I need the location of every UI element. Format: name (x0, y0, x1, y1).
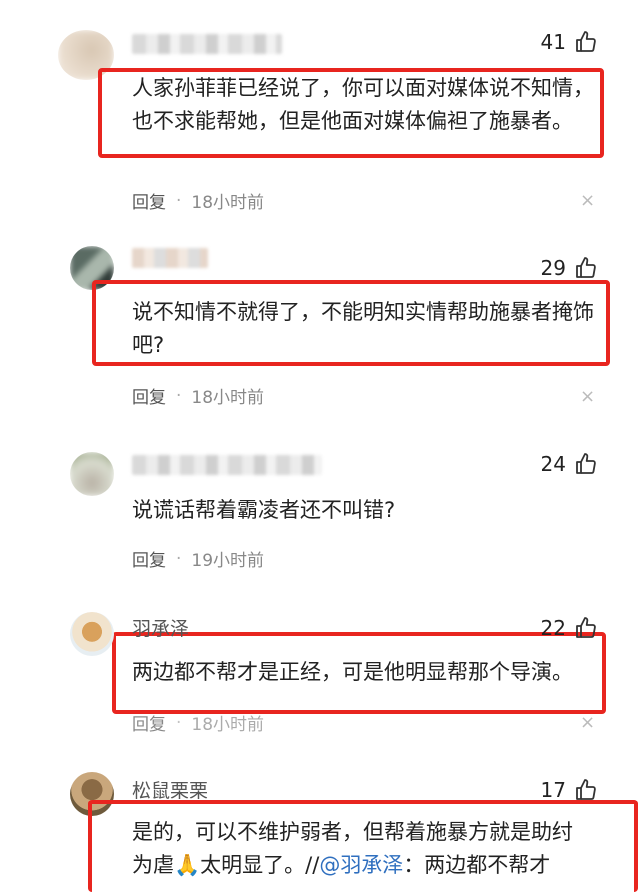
like-group[interactable]: 41 (541, 30, 598, 54)
like-count: 29 (540, 256, 566, 280)
comment-text: 说谎话帮着霸凌者还不叫错? (132, 498, 396, 522)
reply-button[interactable]: 回复 (132, 383, 166, 408)
timestamp: 18小时前 (191, 388, 265, 408)
close-icon[interactable]: × (580, 388, 595, 406)
highlight-box (92, 280, 610, 366)
like-group[interactable]: 17 (541, 778, 598, 802)
username[interactable]: 羽承泽 (132, 614, 189, 641)
thumbs-up-icon[interactable] (574, 778, 598, 802)
separator: · (176, 385, 182, 406)
thumbs-up-icon[interactable] (574, 30, 598, 54)
comment-meta: 回复 · 18小时前 (132, 383, 265, 409)
username-blurred[interactable] (132, 455, 322, 475)
close-icon[interactable]: × (580, 192, 595, 210)
avatar[interactable] (70, 452, 114, 496)
like-group[interactable]: 29 (541, 256, 598, 280)
timestamp: 19小时前 (191, 551, 265, 571)
reply-button[interactable]: 回复 (132, 710, 166, 735)
highlight-box (88, 800, 638, 892)
separator: · (176, 190, 182, 211)
avatar[interactable] (70, 612, 114, 656)
reply-button[interactable]: 回复 (132, 546, 166, 571)
like-count: 22 (540, 616, 566, 640)
close-icon[interactable]: × (580, 714, 595, 732)
thumbs-up-icon[interactable] (574, 452, 598, 476)
comment-meta: 回复 · 18小时前 (132, 710, 265, 736)
timestamp: 18小时前 (191, 193, 265, 213)
username-blurred[interactable] (132, 248, 208, 268)
timestamp: 18小时前 (191, 715, 265, 735)
like-count: 17 (540, 778, 566, 802)
separator: · (176, 712, 182, 733)
comment-text: 两边都不帮才是正经，可是他明显帮那个导演。 (132, 660, 573, 684)
highlight-box (98, 68, 604, 158)
comment-meta: 回复 · 18小时前 (132, 188, 265, 214)
username[interactable]: 松鼠栗栗 (132, 776, 208, 803)
like-count: 24 (540, 452, 566, 476)
reply-button[interactable]: 回复 (132, 188, 166, 213)
thumbs-up-icon[interactable] (574, 256, 598, 280)
comment-meta: 回复 · 19小时前 (132, 546, 265, 572)
like-count: 41 (540, 30, 566, 54)
separator: · (176, 548, 182, 569)
thumbs-up-icon[interactable] (574, 616, 598, 640)
like-group[interactable]: 22 (541, 616, 598, 640)
like-group[interactable]: 24 (541, 452, 598, 476)
username-blurred[interactable] (132, 34, 282, 54)
